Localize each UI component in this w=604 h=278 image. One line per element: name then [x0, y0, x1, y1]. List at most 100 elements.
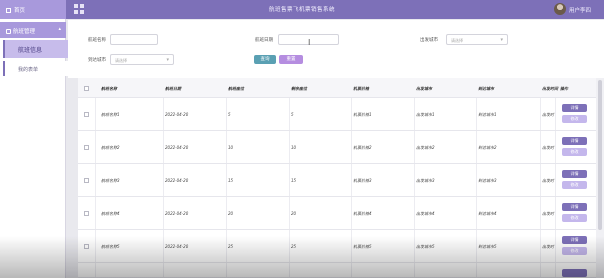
view-button[interactable]: 详情 — [562, 170, 587, 178]
cell: 出发城市1 — [416, 112, 435, 117]
cell: 到达城市2 — [478, 145, 497, 150]
row-checkbox[interactable] — [84, 244, 89, 249]
cell: 出发时 — [542, 178, 554, 183]
table-row: 航班名称3 2022-04-20 15 15 机票价格3 出发城市3 到达城市3… — [78, 164, 604, 197]
cell: 航班名称1 — [101, 112, 120, 117]
col-flight-date[interactable]: 航班日期 — [165, 86, 181, 92]
table-header: 航班名称 航班日期 航班座位 剩余座位 机票价格 出发城市 到达城市 出发时间 … — [78, 78, 604, 98]
cell: 到达城市4 — [478, 211, 497, 216]
scrollbar-thumb[interactable] — [598, 80, 602, 230]
table-row: 航班名称5 2022-04-20 25 25 机票价格5 出发城市5 到达城市5… — [78, 230, 604, 263]
edit-button[interactable]: 修改 — [562, 115, 587, 123]
cell: 20 — [228, 211, 234, 216]
search-panel — [68, 20, 604, 78]
nav-home-label: 首页 — [14, 8, 26, 14]
view-button[interactable]: 详情 — [562, 137, 587, 145]
row-checkbox[interactable] — [84, 211, 89, 216]
row-checkbox[interactable] — [84, 178, 89, 183]
nav-group-label: 航班管理 — [13, 29, 36, 35]
edit-button[interactable]: 修改 — [562, 247, 587, 255]
view-button[interactable]: 详情 — [562, 104, 587, 112]
home-icon — [6, 8, 11, 13]
cell: 航班名称5 — [101, 244, 120, 249]
view-button[interactable]: 详情 — [562, 203, 587, 211]
flight-date-label: 航班日期 — [255, 38, 273, 43]
flight-table: 航班名称 航班日期 航班座位 剩余座位 机票价格 出发城市 到达城市 出发时间 … — [78, 78, 604, 278]
cell: 航班名称4 — [101, 211, 120, 216]
cell: 机票价格2 — [353, 145, 372, 150]
select-all-checkbox[interactable] — [84, 86, 89, 91]
cell: 出发城市3 — [416, 178, 435, 183]
cell: 15 — [291, 178, 297, 183]
view-button[interactable]: 详情 — [562, 236, 587, 244]
sidebar: 首页 航班管理 ▴ 航班信息 我的表单 — [0, 0, 69, 278]
search-button[interactable]: 查询 — [254, 55, 276, 64]
cell: 机票价格3 — [353, 178, 372, 183]
col-depart-time[interactable]: 出发时间 — [542, 86, 558, 92]
nav-group-flight[interactable]: 航班管理 ▴ — [0, 22, 66, 38]
top-bar: 航班售票飞机票销售系统 用户李四 — [0, 0, 604, 19]
cell: 10 — [291, 145, 297, 150]
table-row: 航班名称4 2022-04-20 20 20 机票价格4 出发城市4 到达城市4… — [78, 197, 604, 230]
cell: 出发城市2 — [416, 145, 435, 150]
flight-name-label: 航班名称 — [88, 38, 106, 43]
row-checkbox[interactable] — [84, 145, 89, 150]
edit-button[interactable]: 修改 — [562, 214, 587, 222]
cell: 航班名称2 — [101, 145, 120, 150]
col-depart-city[interactable]: 出发城市 — [416, 86, 432, 92]
view-button[interactable] — [562, 269, 587, 277]
cell: 20 — [291, 211, 297, 216]
sidebar-item-label: 航班信息 — [18, 47, 43, 54]
cell: 2022-04-20 — [165, 112, 189, 117]
user-name[interactable]: 用户李四 — [569, 6, 591, 14]
avatar[interactable] — [554, 3, 566, 15]
cell: 机票价格5 — [353, 244, 372, 249]
edit-button[interactable]: 修改 — [562, 181, 587, 189]
row-checkbox[interactable] — [84, 112, 89, 117]
cell: 出发时 — [542, 112, 554, 117]
sidebar-item-flight-info[interactable]: 航班信息 — [3, 40, 69, 58]
cell: 出发时 — [542, 145, 554, 150]
cell: 15 — [228, 178, 234, 183]
edit-button[interactable]: 修改 — [562, 148, 587, 156]
cell: 到达城市3 — [478, 178, 497, 183]
table-row — [78, 263, 604, 278]
reset-button[interactable]: 重置 — [279, 55, 303, 64]
cell: 到达城市1 — [478, 112, 497, 117]
col-flight-name[interactable]: 航班名称 — [101, 86, 117, 92]
cell: 2022-04-20 — [165, 211, 189, 216]
nav-home[interactable]: 首页 — [0, 0, 66, 19]
table-row: 航班名称1 2022-04-20 5 5 机票价格1 出发城市1 到达城市1 出… — [78, 98, 604, 131]
cell: 到达城市5 — [478, 244, 497, 249]
depart-city-select[interactable]: 请选择 — [446, 34, 508, 45]
col-arrive-city[interactable]: 到达城市 — [478, 86, 494, 92]
col-ticket-price[interactable]: 机票价格 — [353, 86, 369, 92]
cell: 航班名称3 — [101, 178, 120, 183]
cell: 出发城市5 — [416, 244, 435, 249]
cell: 机票价格1 — [353, 112, 372, 117]
sidebar-item-my-form[interactable]: 我的表单 — [3, 61, 69, 76]
cell: 机票价格4 — [353, 211, 372, 216]
cell: 5 — [228, 112, 231, 117]
cell: 25 — [228, 244, 234, 249]
col-seats[interactable]: 航班座位 — [228, 86, 244, 92]
cell: 出发时 — [542, 211, 554, 216]
col-actions: 操作 — [560, 86, 568, 91]
folder-icon — [6, 29, 11, 34]
cell: 出发城市4 — [416, 211, 435, 216]
cell: 10 — [228, 145, 234, 150]
cell: 5 — [291, 112, 294, 117]
arrive-city-placeholder: 请选择 — [115, 58, 127, 63]
sidebar-item-label: 我的表单 — [18, 67, 39, 73]
depart-city-placeholder: 请选择 — [451, 38, 463, 43]
depart-city-label: 出发城市 — [420, 38, 438, 43]
cell: 2022-04-20 — [165, 145, 189, 150]
flight-name-input[interactable] — [110, 34, 158, 45]
text-cursor-icon: I — [308, 38, 311, 47]
col-remaining-seats[interactable]: 剩余座位 — [291, 86, 307, 92]
cell: 2022-04-20 — [165, 244, 189, 249]
cell: 出发时 — [542, 244, 554, 249]
arrive-city-select[interactable]: 请选择 — [110, 54, 174, 65]
cell: 2022-04-20 — [165, 178, 189, 183]
table-row: 航班名称2 2022-04-20 10 10 机票价格2 出发城市2 到达城市2… — [78, 131, 604, 164]
